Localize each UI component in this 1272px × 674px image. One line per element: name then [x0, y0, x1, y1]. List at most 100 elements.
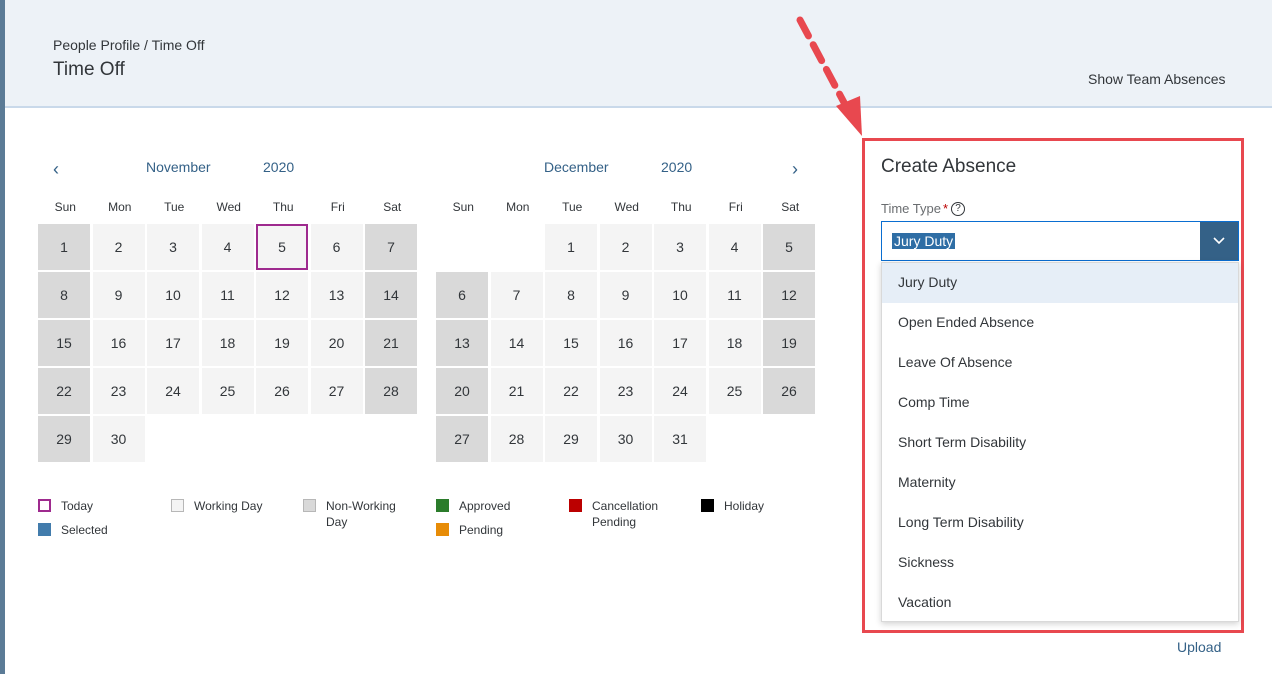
- calendar-day[interactable]: 23: [599, 368, 652, 414]
- calendar-day[interactable]: 21: [490, 368, 543, 414]
- time-type-select-value[interactable]: Jury Duty: [882, 222, 1200, 260]
- calendar-day[interactable]: 24: [147, 368, 199, 414]
- year-label[interactable]: 2020: [263, 159, 294, 175]
- calendar-day[interactable]: 28: [365, 368, 417, 414]
- help-icon[interactable]: ?: [951, 201, 966, 216]
- calendar-day[interactable]: 30: [92, 416, 145, 462]
- calendar-day[interactable]: 8: [545, 272, 597, 318]
- calendar-day[interactable]: 22: [38, 368, 90, 414]
- required-marker: *: [942, 201, 949, 216]
- calendar-day[interactable]: 8: [38, 272, 90, 318]
- calendar-day[interactable]: 1: [38, 224, 90, 270]
- calendar-day[interactable]: 30: [599, 416, 652, 462]
- selected-swatch: [38, 523, 51, 536]
- calendar-day[interactable]: 24: [654, 368, 706, 414]
- calendar-day[interactable]: 3: [147, 224, 199, 270]
- month-label[interactable]: November: [146, 159, 211, 175]
- calendar-day[interactable]: 2: [92, 224, 145, 270]
- calendar-day[interactable]: 20: [310, 320, 363, 366]
- calendar-day[interactable]: 16: [92, 320, 145, 366]
- calendar-day[interactable]: 11: [708, 272, 761, 318]
- dropdown-option-comp-time[interactable]: Comp Time: [882, 383, 1238, 423]
- calendar-day[interactable]: 20: [436, 368, 488, 414]
- dropdown-option-short-term-disability[interactable]: Short Term Disability: [882, 423, 1238, 463]
- calendar-day[interactable]: 7: [365, 224, 417, 270]
- selected-value-text: Jury Duty: [892, 233, 956, 249]
- calendar-day[interactable]: 17: [147, 320, 199, 366]
- calendar-day[interactable]: 13: [310, 272, 363, 318]
- calendar-day[interactable]: 10: [654, 272, 706, 318]
- weekday-row: Sun Mon Tue Wed Thu Fri Sat: [436, 200, 818, 214]
- calendar-day[interactable]: 28: [490, 416, 543, 462]
- upload-link[interactable]: Upload: [1177, 639, 1221, 655]
- calendar-day[interactable]: 26: [256, 368, 308, 414]
- calendar-day[interactable]: 25: [201, 368, 254, 414]
- calendar-day[interactable]: 19: [256, 320, 308, 366]
- chevron-down-icon[interactable]: [1200, 222, 1238, 260]
- calendar-day[interactable]: 7: [490, 272, 543, 318]
- show-team-absences-link[interactable]: Show Team Absences: [1088, 71, 1226, 87]
- dropdown-option-leave-of-absence[interactable]: Leave Of Absence: [882, 343, 1238, 383]
- time-type-select[interactable]: Jury Duty: [881, 221, 1239, 261]
- calendar-day[interactable]: 9: [92, 272, 145, 318]
- calendar-day[interactable]: 11: [201, 272, 254, 318]
- calendar-day[interactable]: 18: [201, 320, 254, 366]
- working-day-swatch: [171, 499, 184, 512]
- legend-today: Today: [38, 498, 93, 514]
- weekday-label: Mon: [506, 200, 530, 214]
- time-type-label-text: Time Type: [881, 201, 941, 216]
- calendar-day[interactable]: 9: [599, 272, 652, 318]
- calendar-day[interactable]: 2: [599, 224, 652, 270]
- calendar-day[interactable]: 5: [763, 224, 815, 270]
- cancellation-pending-swatch: [569, 499, 582, 512]
- calendar-day[interactable]: 6: [436, 272, 488, 318]
- calendar-day[interactable]: 29: [38, 416, 90, 462]
- chevron-right-icon[interactable]: ›: [792, 159, 798, 180]
- legend-holiday: Holiday: [701, 498, 764, 514]
- calendar-day[interactable]: 12: [763, 272, 815, 318]
- chevron-left-icon[interactable]: ‹: [53, 159, 59, 180]
- legend-pending: Pending: [436, 522, 503, 538]
- calendar-day[interactable]: 15: [545, 320, 597, 366]
- calendar-day[interactable]: 4: [708, 224, 761, 270]
- calendar-day[interactable]: 3: [654, 224, 706, 270]
- legend-label: Cancellation Pending: [592, 499, 659, 529]
- calendar-day[interactable]: 21: [365, 320, 417, 366]
- legend-label: Today: [61, 499, 94, 513]
- calendar-day[interactable]: 16: [599, 320, 652, 366]
- calendar-day[interactable]: 14: [490, 320, 543, 366]
- calendar-day[interactable]: 27: [436, 416, 488, 462]
- calendar-day[interactable]: 13: [436, 320, 488, 366]
- calendar-day[interactable]: 23: [92, 368, 145, 414]
- calendar-day[interactable]: 1: [545, 224, 597, 270]
- calendar-day[interactable]: 15: [38, 320, 90, 366]
- dropdown-option-open-ended-absence[interactable]: Open Ended Absence: [882, 303, 1238, 343]
- dropdown-option-long-term-disability[interactable]: Long Term Disability: [882, 503, 1238, 543]
- calendar-day[interactable]: 17: [654, 320, 706, 366]
- dropdown-option-jury-duty[interactable]: Jury Duty: [882, 263, 1238, 303]
- calendar-day[interactable]: 6: [310, 224, 363, 270]
- calendar-day[interactable]: 5: [256, 224, 308, 270]
- calendar-day[interactable]: 14: [365, 272, 417, 318]
- calendar-day[interactable]: 19: [763, 320, 815, 366]
- calendar-day[interactable]: 25: [708, 368, 761, 414]
- calendar-day[interactable]: 22: [545, 368, 597, 414]
- create-absence-title: Create Absence: [881, 156, 1017, 177]
- calendar-day[interactable]: 26: [763, 368, 815, 414]
- time-type-label: Time Type * ?: [881, 201, 966, 216]
- weekday-row: Sun Mon Tue Wed Thu Fri Sat: [38, 200, 420, 214]
- dropdown-option-maternity[interactable]: Maternity: [882, 463, 1238, 503]
- dropdown-option-vacation[interactable]: Vacation: [882, 583, 1238, 623]
- dropdown-option-sickness[interactable]: Sickness: [882, 543, 1238, 583]
- breadcrumb[interactable]: People Profile / Time Off: [53, 37, 204, 53]
- month-label[interactable]: December: [544, 159, 609, 175]
- year-label[interactable]: 2020: [661, 159, 692, 175]
- calendar-day[interactable]: 27: [310, 368, 363, 414]
- calendar-day[interactable]: 18: [708, 320, 761, 366]
- calendar-day[interactable]: 10: [147, 272, 199, 318]
- calendar-day[interactable]: 12: [256, 272, 308, 318]
- calendar-day[interactable]: 31: [654, 416, 706, 462]
- calendar-day[interactable]: 4: [201, 224, 254, 270]
- weekday-label: Sun: [54, 200, 76, 214]
- calendar-day[interactable]: 29: [545, 416, 597, 462]
